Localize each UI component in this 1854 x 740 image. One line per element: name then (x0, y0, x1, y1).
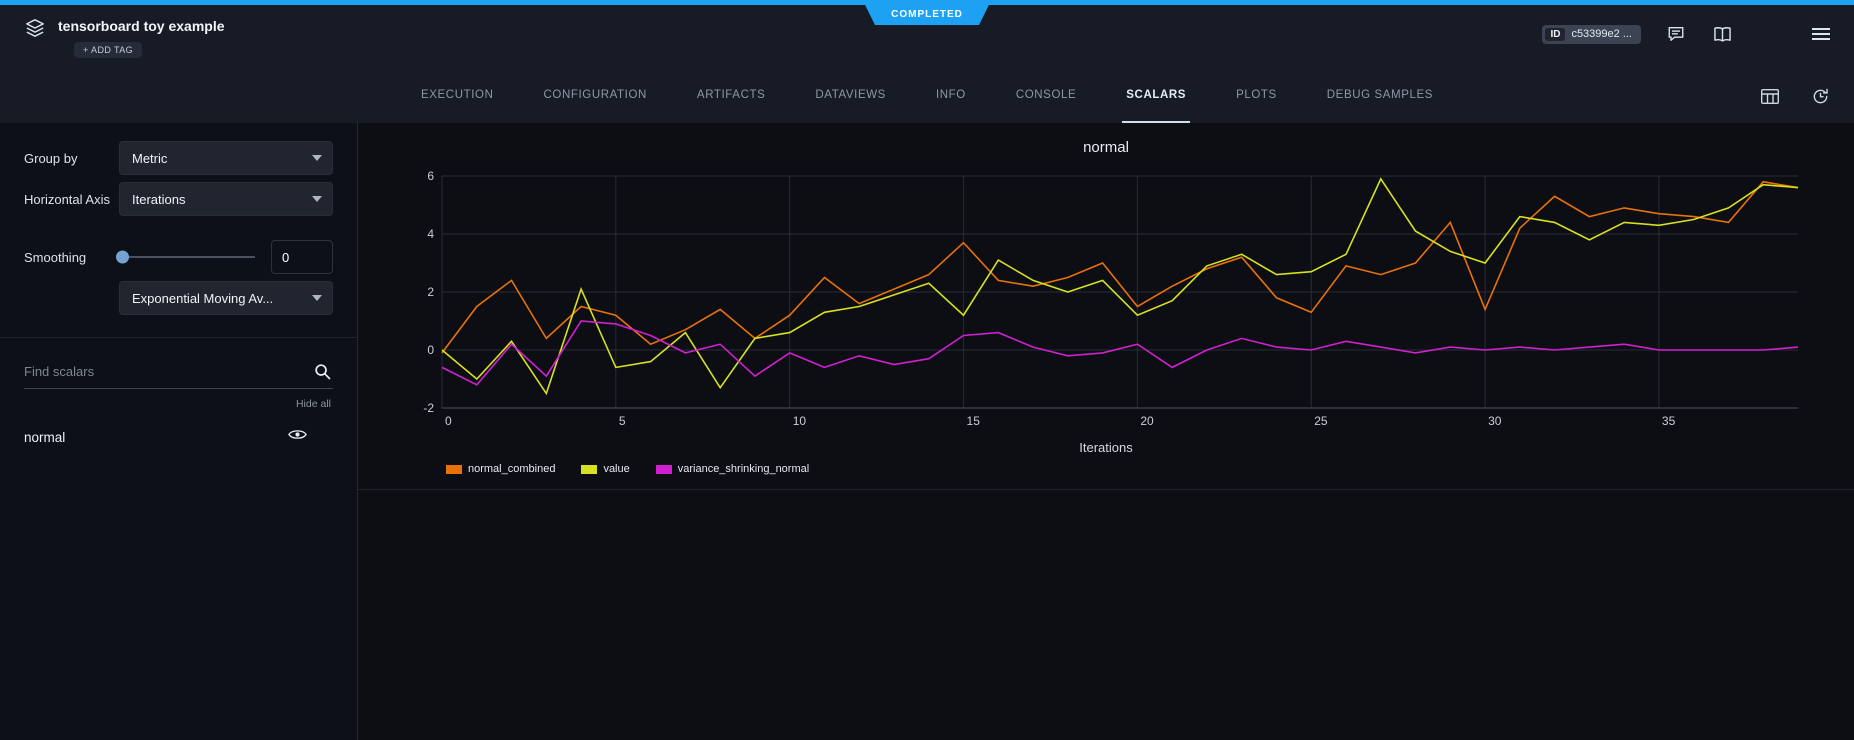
smoothing-slider-thumb[interactable] (116, 251, 129, 264)
tab-info[interactable]: INFO (932, 69, 970, 123)
svg-text:5: 5 (619, 414, 626, 428)
legend-item-normal-combined[interactable]: normal_combined (446, 463, 555, 475)
table-view-icon[interactable] (1759, 85, 1781, 108)
smoothing-row: Smoothing (24, 240, 333, 274)
hide-all-link[interactable]: Hide all (26, 398, 331, 410)
group-by-value: Metric (132, 151, 167, 166)
legend-label: normal_combined (468, 463, 555, 475)
scalar-chart-card: normal 0 5 10 15 20 25 30 35 -2 0 2 4 6 Iterations n… (406, 139, 1806, 475)
header-right: ID c53399e2 ... (1542, 23, 1832, 45)
svg-text:25: 25 (1314, 414, 1328, 428)
legend-item-variance-shrinking-normal[interactable]: variance_shrinking_normal (656, 463, 809, 475)
svg-text:4: 4 (427, 227, 434, 241)
svg-text:-2: -2 (423, 401, 434, 415)
chart-title: normal (406, 139, 1806, 158)
find-scalars-input[interactable] (24, 358, 333, 389)
chart-legend: normal_combined value variance_shrinking… (446, 463, 1806, 475)
horizontal-axis-label: Horizontal Axis (24, 192, 119, 207)
svg-text:2: 2 (427, 285, 434, 299)
legend-item-value[interactable]: value (581, 463, 629, 475)
smoothing-method-value: Exponential Moving Av... (132, 291, 273, 306)
comment-icon[interactable] (1665, 23, 1687, 45)
experiment-id-badge[interactable]: ID c53399e2 ... (1542, 25, 1641, 44)
section-divider (358, 489, 1854, 490)
scalars-sidebar: Group by Metric Horizontal Axis Iteratio… (0, 123, 358, 740)
chevron-down-icon (312, 155, 322, 161)
legend-label: value (603, 463, 629, 475)
experiment-title: tensorboard toy example (58, 15, 225, 37)
status-badge: COMPLETED (865, 5, 989, 25)
legend-swatch (446, 465, 462, 474)
tab-bar-icons (1759, 85, 1832, 108)
smoothing-label: Smoothing (24, 250, 119, 265)
app-logo-icon (24, 18, 46, 43)
title-block: tensorboard toy example + ADD TAG (58, 15, 225, 58)
svg-text:35: 35 (1662, 414, 1676, 428)
smoothing-method-row: Exponential Moving Av... (119, 281, 333, 315)
tab-configuration[interactable]: CONFIGURATION (540, 69, 651, 123)
search-icon[interactable] (314, 363, 331, 385)
legend-label: variance_shrinking_normal (678, 463, 809, 475)
metric-list-item[interactable]: normal (24, 422, 333, 452)
x-axis-title: Iterations (406, 440, 1806, 455)
smoothing-input[interactable] (271, 240, 333, 274)
chevron-down-icon (312, 196, 322, 202)
book-icon[interactable] (1711, 24, 1734, 45)
visibility-eye-icon[interactable] (288, 428, 307, 446)
tab-plots[interactable]: PLOTS (1232, 69, 1281, 123)
status-bar: COMPLETED (0, 0, 1854, 5)
svg-text:6: 6 (427, 169, 434, 183)
tab-artifacts[interactable]: ARTIFACTS (693, 69, 769, 123)
horizontal-axis-dropdown[interactable]: Iterations (119, 182, 333, 216)
svg-text:0: 0 (427, 343, 434, 357)
content-area: Group by Metric Horizontal Axis Iteratio… (0, 123, 1854, 740)
tab-scalars[interactable]: SCALARS (1122, 69, 1190, 123)
horizontal-axis-row: Horizontal Axis Iterations (24, 182, 333, 216)
auto-refresh-icon[interactable] (1809, 85, 1832, 108)
add-tag-button[interactable]: + ADD TAG (74, 42, 142, 58)
line-chart-canvas[interactable]: 0 5 10 15 20 25 30 35 -2 0 2 4 6 (406, 166, 1806, 438)
id-value: c53399e2 ... (1571, 28, 1632, 40)
tab-execution[interactable]: EXECUTION (417, 69, 498, 123)
smoothing-method-dropdown[interactable]: Exponential Moving Av... (119, 281, 333, 315)
smoothing-slider[interactable] (119, 256, 255, 258)
svg-text:30: 30 (1488, 414, 1502, 428)
svg-text:15: 15 (967, 414, 981, 428)
hamburger-menu-icon[interactable] (1810, 25, 1832, 43)
legend-swatch (656, 465, 672, 474)
header-left: tensorboard toy example + ADD TAG (24, 15, 225, 58)
legend-swatch (581, 465, 597, 474)
scalars-panel: normal 0 5 10 15 20 25 30 35 -2 0 2 4 6 Iterations n… (358, 123, 1854, 740)
chevron-down-icon (312, 295, 322, 301)
tab-dataviews[interactable]: DATAVIEWS (811, 69, 890, 123)
tab-debug-samples[interactable]: DEBUG SAMPLES (1323, 69, 1437, 123)
group-by-dropdown[interactable]: Metric (119, 141, 333, 175)
group-by-row: Group by Metric (24, 141, 333, 175)
id-label: ID (1545, 28, 1565, 41)
sidebar-divider (0, 337, 357, 338)
app-root: COMPLETED tensorboard toy example + ADD … (0, 0, 1854, 740)
svg-text:20: 20 (1140, 414, 1154, 428)
svg-text:10: 10 (793, 414, 807, 428)
svg-text:0: 0 (445, 414, 452, 428)
tab-bar: EXECUTION CONFIGURATION ARTIFACTS DATAVI… (0, 69, 1854, 123)
horizontal-axis-value: Iterations (132, 192, 185, 207)
tab-console[interactable]: CONSOLE (1012, 69, 1080, 123)
find-scalars-row (24, 358, 333, 389)
group-by-label: Group by (24, 151, 119, 166)
metric-name: normal (24, 430, 65, 445)
